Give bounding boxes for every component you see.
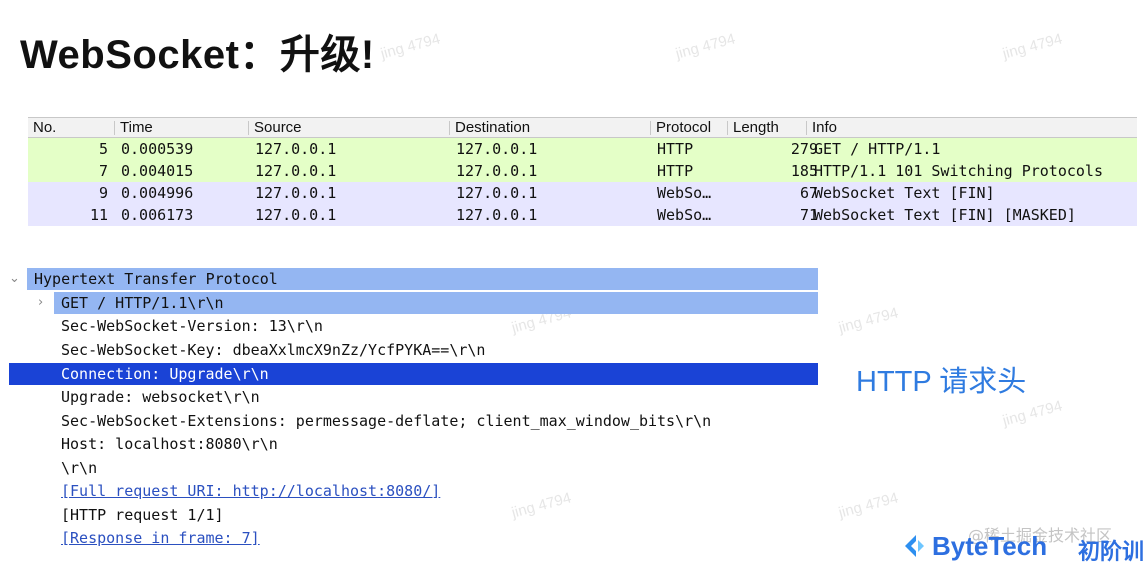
packet-source: 127.0.0.1 [255,140,337,158]
header-text: Connection: Upgrade\r\n [61,365,269,383]
http-request-text: [HTTP request 1/1] [61,506,224,524]
header-text: \r\n [61,459,98,477]
watermark: jing 4794 [1000,30,1065,63]
header-text: Sec-WebSocket-Extensions: permessage-def… [61,412,712,430]
packet-detail-tree: ⌄ Hypertext Transfer Protocol › GET / HT… [0,268,830,558]
tree-item-http-request[interactable]: [HTTP request 1/1] [61,504,224,526]
packet-time: 0.000539 [121,140,194,158]
packet-row[interactable]: 11 0.006173 127.0.0.1 127.0.0.1 WebSo… 7… [28,204,1137,226]
header-text: Sec-WebSocket-Key: dbeaXxlmcX9nZz/YcfPYK… [61,341,486,359]
annotation-label: HTTP 请求头 [856,366,1027,398]
packet-row[interactable]: 7 0.004015 127.0.0.1 127.0.0.1 HTTP 185 … [28,160,1137,182]
tree-item-header[interactable]: Host: localhost:8080\r\n [61,433,278,455]
tree-item-http[interactable]: ⌄ Hypertext Transfer Protocol [0,268,818,290]
packet-protocol: HTTP [657,162,694,180]
packet-time: 0.004996 [121,184,194,202]
watermark: jing 4794 [836,489,901,522]
header-text: Sec-WebSocket-Version: 13\r\n [61,317,323,335]
tree-item-header[interactable]: Sec-WebSocket-Version: 13\r\n [61,315,323,337]
response-in-frame-link[interactable]: [Response in frame: 7] [61,529,260,547]
packet-info: WebSocket Text [FIN] [814,184,995,202]
packet-protocol: HTTP [657,140,694,158]
packet-row[interactable]: 5 0.000539 127.0.0.1 127.0.0.1 HTTP 279 … [28,138,1137,160]
tree-item-header[interactable]: Sec-WebSocket-Extensions: permessage-def… [61,410,711,432]
page-title: WebSocket：升级! [20,33,375,77]
tree-item-full-uri[interactable]: [Full request URI: http://localhost:8080… [61,480,440,502]
packet-list-header: No. Time Source Destination Protocol Len… [28,117,1137,138]
packet-source: 127.0.0.1 [255,206,337,224]
chevron-right-icon[interactable]: › [38,292,43,314]
packet-no: 9 [98,184,108,202]
packet-list: No. Time Source Destination Protocol Len… [28,117,1137,227]
column-header-info[interactable]: Info [807,119,1107,137]
packet-protocol: WebSo… [657,206,712,224]
packet-info: WebSocket Text [FIN] [MASKED] [814,206,1076,224]
packet-row[interactable]: 9 0.004996 127.0.0.1 127.0.0.1 WebSo… 67… [28,182,1137,204]
packet-info: GET / HTTP/1.1 [814,140,941,158]
tree-item-response-frame[interactable]: [Response in frame: 7] [61,527,260,549]
packet-no: 11 [89,206,108,224]
tree-item-http-label: Hypertext Transfer Protocol [27,268,818,290]
packet-time: 0.004015 [121,162,194,180]
column-header-time[interactable]: Time [115,119,248,137]
tree-item-request-line-label: GET / HTTP/1.1\r\n [54,292,818,314]
packet-destination: 127.0.0.1 [456,184,538,202]
header-text: Host: localhost:8080\r\n [61,435,278,453]
column-header-length[interactable]: Length [728,119,806,137]
packet-no: 5 [98,140,108,158]
chevron-down-icon[interactable]: ⌄ [9,268,20,290]
watermark: jing 4794 [673,30,738,63]
column-header-source[interactable]: Source [249,119,449,137]
tree-item-request-line[interactable]: › GET / HTTP/1.1\r\n [0,292,818,314]
watermark: jing 4794 [378,30,443,63]
packet-protocol: WebSo… [657,184,712,202]
column-header-no[interactable]: No. [28,119,114,137]
packet-destination: 127.0.0.1 [456,206,538,224]
packet-no: 7 [98,162,108,180]
tree-item-header[interactable]: Upgrade: websocket\r\n [61,386,260,408]
tree-item-header[interactable]: Sec-WebSocket-Key: dbeaXxlmcX9nZz/YcfPYK… [61,339,485,361]
packet-destination: 127.0.0.1 [456,140,538,158]
header-text: Upgrade: websocket\r\n [61,388,260,406]
packet-destination: 127.0.0.1 [456,162,538,180]
column-header-destination[interactable]: Destination [450,119,650,137]
tree-item-header-selected[interactable]: Connection: Upgrade\r\n [9,363,818,385]
watermark: jing 4794 [1000,397,1065,430]
brand-sub: 初阶训 [1078,540,1145,565]
packet-info: HTTP/1.1 101 Switching Protocols [814,162,1103,180]
full-request-uri-link[interactable]: [Full request URI: http://localhost:8080… [61,482,440,500]
bytetech-logo-icon [905,535,924,557]
packet-source: 127.0.0.1 [255,162,337,180]
packet-source: 127.0.0.1 [255,184,337,202]
watermark: jing 4794 [836,304,901,337]
brand-name: ByteTech [932,531,1048,561]
tree-item-header[interactable]: \r\n [61,457,97,479]
column-header-protocol[interactable]: Protocol [651,119,727,137]
packet-time: 0.006173 [121,206,194,224]
